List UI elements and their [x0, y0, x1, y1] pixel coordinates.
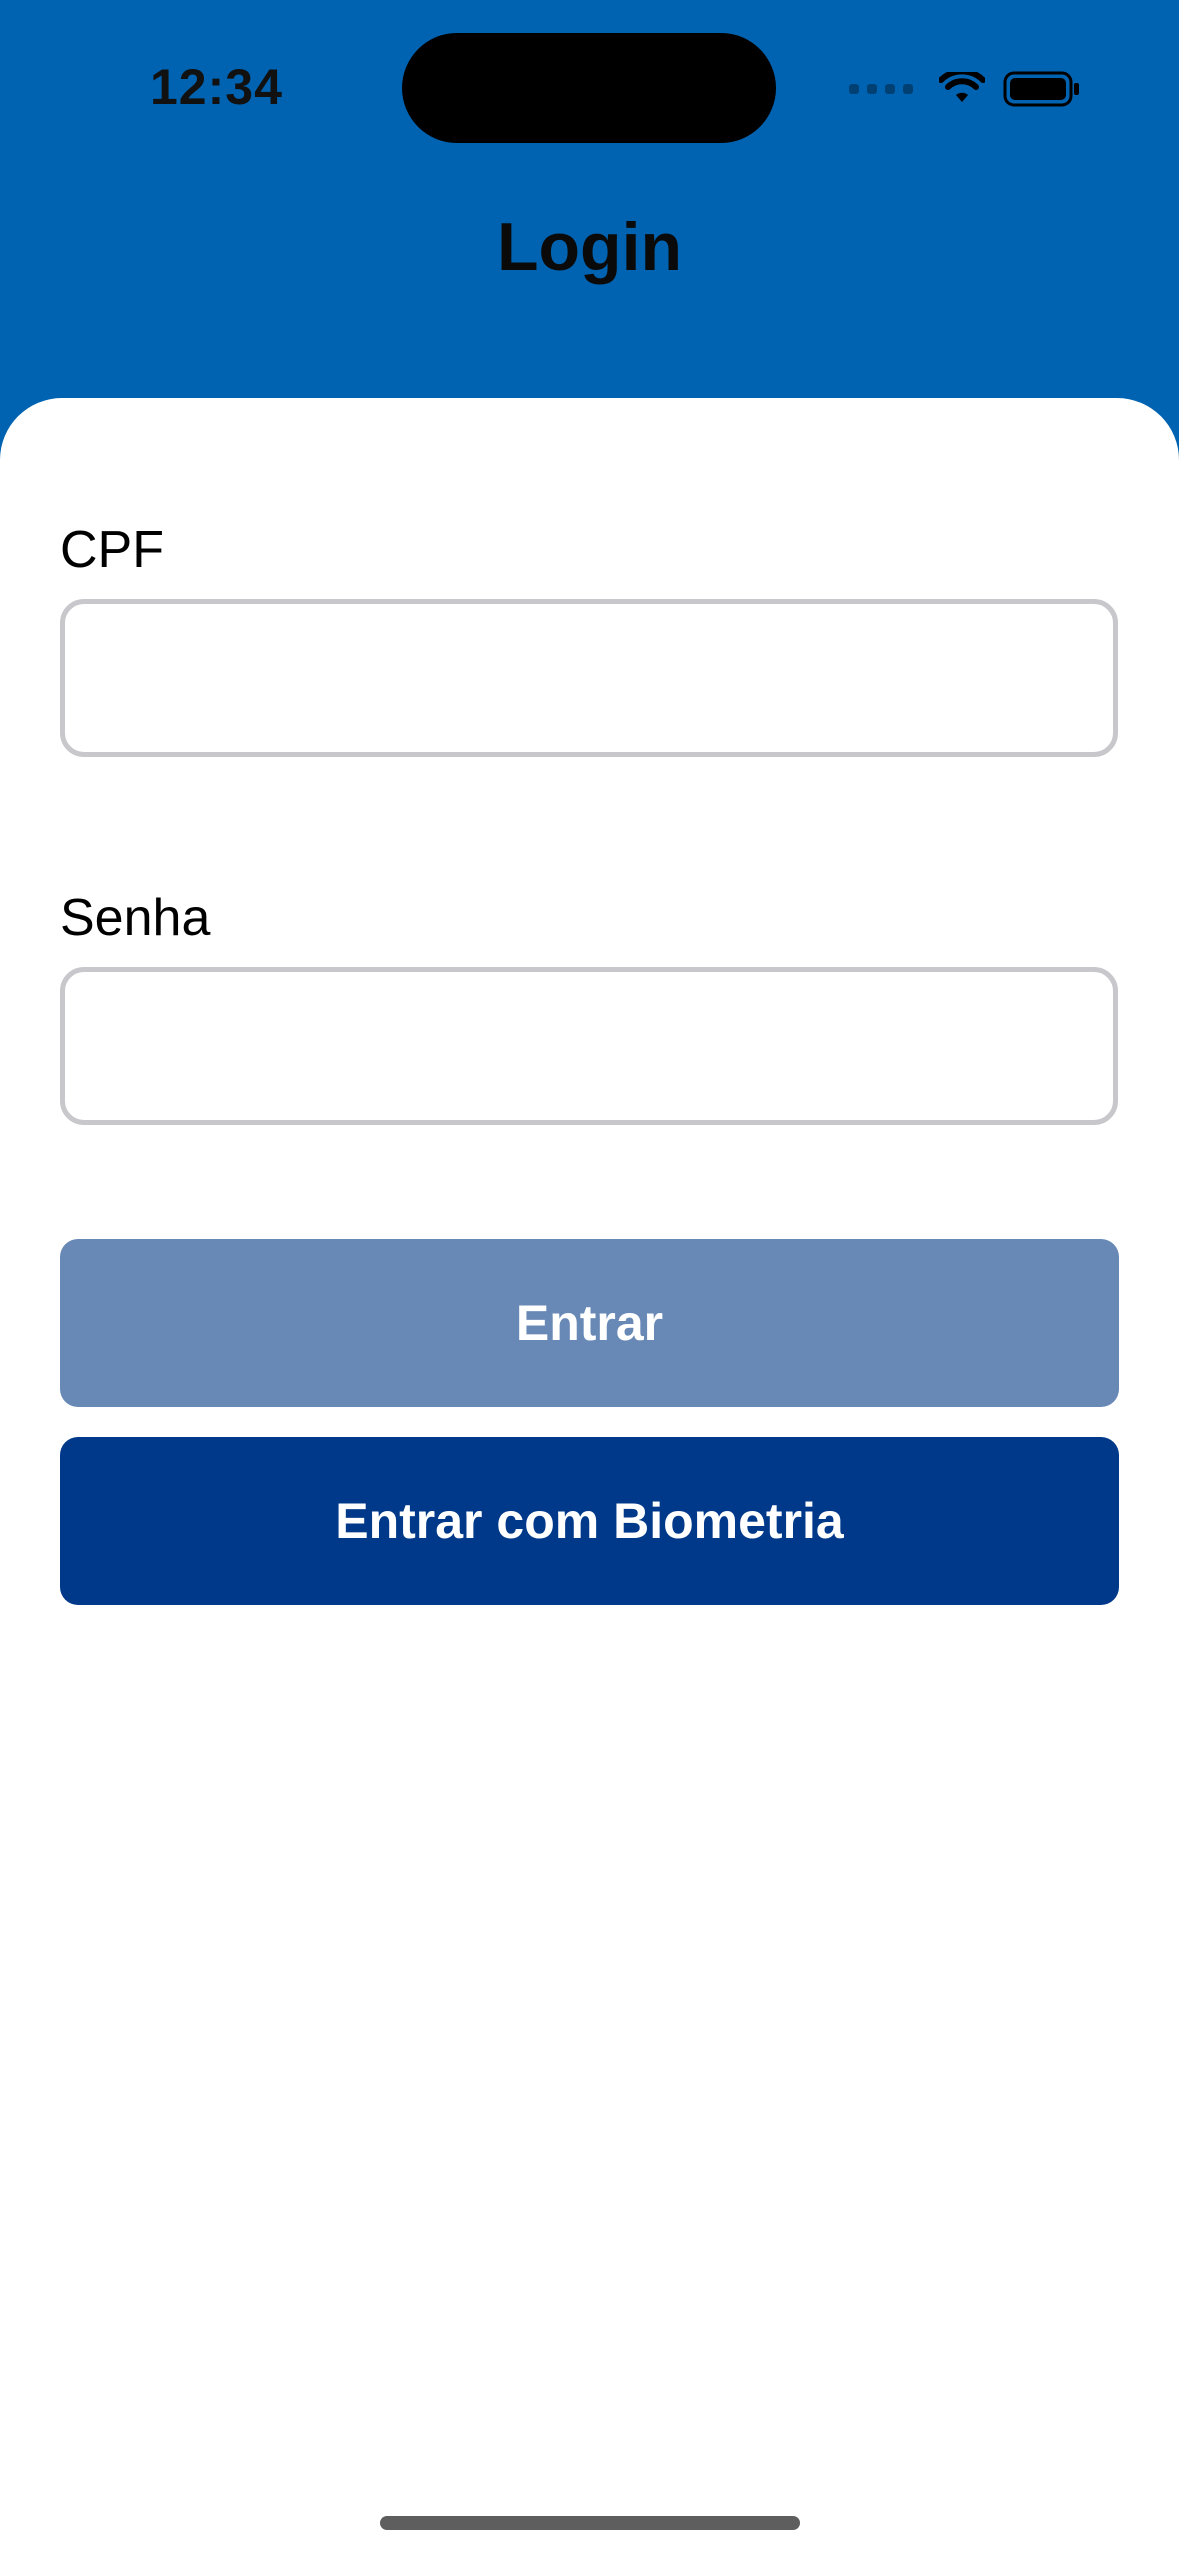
cpf-label: CPF — [60, 521, 164, 579]
dynamic-island — [402, 33, 776, 143]
biometric-login-button[interactable]: Entrar com Biometria — [60, 1437, 1119, 1605]
login-card: CPF Senha Entrar Entrar com Biometria — [0, 398, 1179, 2556]
status-time: 12:34 — [150, 59, 283, 115]
home-indicator[interactable] — [380, 2516, 800, 2530]
cpf-input[interactable] — [60, 599, 1118, 757]
status-icons — [849, 64, 1081, 114]
login-screen: 12:34 Login CPF Senha Entrar Entrar com … — [0, 0, 1179, 2556]
wifi-icon — [939, 72, 985, 106]
signal-icon — [849, 84, 913, 94]
entrar-button[interactable]: Entrar — [60, 1239, 1119, 1407]
senha-input[interactable] — [60, 967, 1118, 1125]
battery-icon — [1003, 70, 1081, 108]
page-title: Login — [496, 209, 683, 285]
senha-label: Senha — [60, 889, 211, 947]
